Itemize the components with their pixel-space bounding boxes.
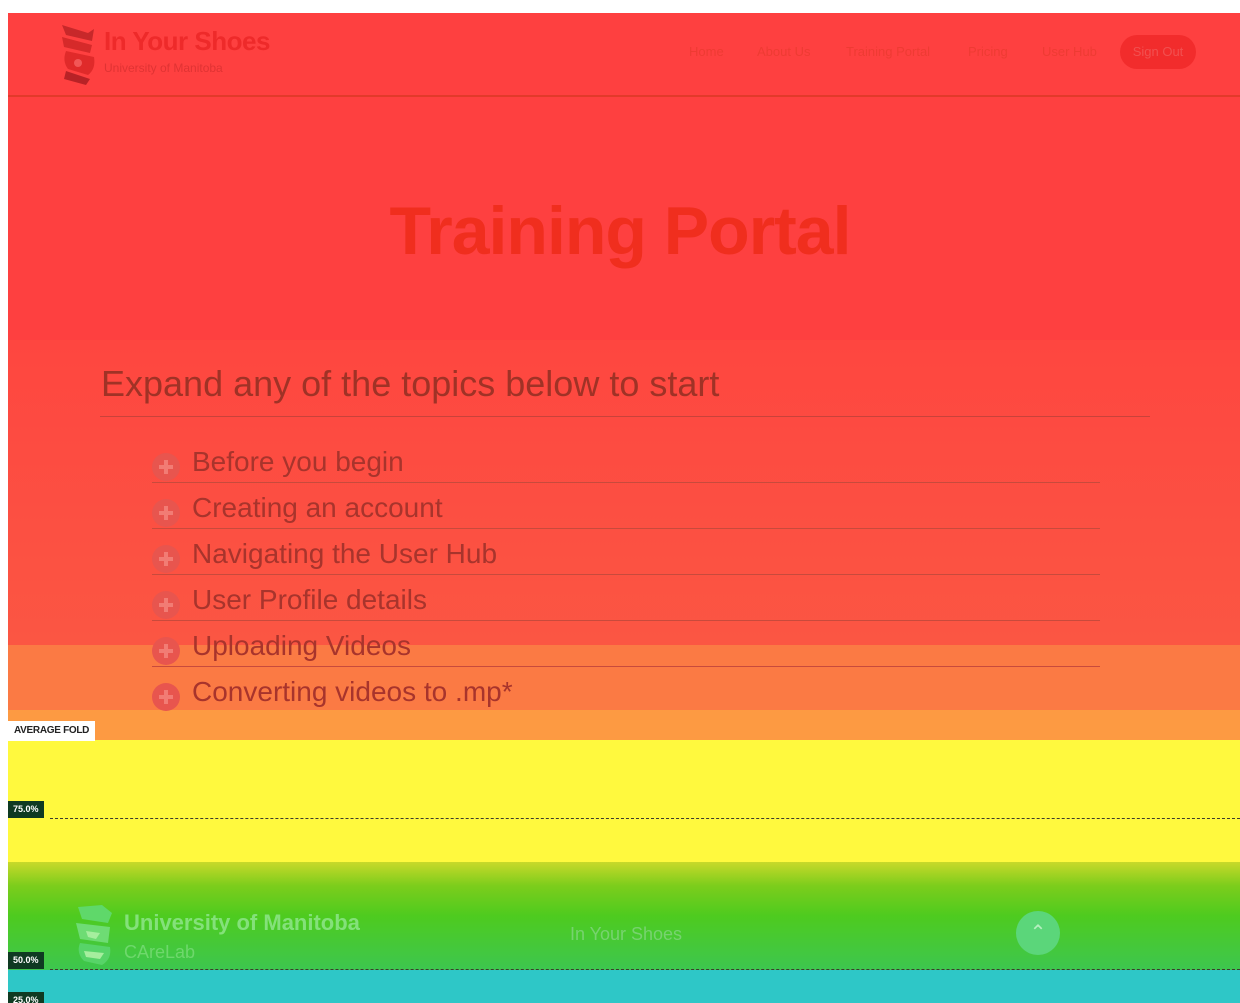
accordion-item-before-you-begin[interactable]: Before you begin xyxy=(152,436,1100,483)
nav-pricing[interactable]: Pricing xyxy=(968,44,1008,59)
heading-divider xyxy=(100,416,1150,417)
heat-band-medium xyxy=(8,740,1240,862)
chevron-up-icon: ⌃ xyxy=(1029,922,1047,944)
lab-name: CAreLab xyxy=(124,942,196,962)
plus-circle-icon[interactable] xyxy=(152,637,180,665)
sign-out-button[interactable]: Sign Out xyxy=(1120,35,1196,69)
scroll-marker-25: 25.0% xyxy=(8,992,44,1003)
nav-training-portal[interactable]: Training Portal xyxy=(846,44,930,59)
scroll-marker-75: 75.0% xyxy=(8,801,44,818)
accordion-item-converting-videos[interactable]: Converting videos to .mp* xyxy=(152,666,1100,712)
brand-subtitle: University of Manitoba xyxy=(104,61,223,75)
accordion-item-label: Creating an account xyxy=(192,492,443,523)
accordion-item-label: Before you begin xyxy=(192,446,404,477)
topics-heading: Expand any of the topics below to start xyxy=(101,363,720,404)
accordion-item-uploading-videos[interactable]: Uploading Videos xyxy=(152,620,1100,667)
accordion-item-user-profile[interactable]: User Profile details xyxy=(152,574,1100,621)
brand-name[interactable]: In Your Shoes xyxy=(104,26,270,57)
accordion-item-label: User Profile details xyxy=(192,584,427,615)
accordion-item-label: Uploading Videos xyxy=(192,630,411,661)
nav-about-us[interactable]: About Us xyxy=(757,44,810,59)
left-margin xyxy=(0,13,8,1003)
shoe-logo-icon[interactable] xyxy=(58,23,98,85)
average-fold-label: AVERAGE FOLD xyxy=(8,721,96,741)
plus-circle-icon[interactable] xyxy=(152,499,180,527)
scroll-marker-50: 50.0% xyxy=(8,952,44,969)
plus-circle-icon[interactable] xyxy=(152,453,180,481)
accordion-item-navigating-user-hub[interactable]: Navigating the User Hub xyxy=(152,528,1100,575)
site-header: In Your Shoes University of Manitoba Hom… xyxy=(8,13,1240,97)
scroll-line-50 xyxy=(50,969,1240,970)
nav-home[interactable]: Home xyxy=(689,44,724,59)
accordion-item-label: Converting videos to .mp* xyxy=(192,676,513,707)
page-title: Training Portal xyxy=(389,193,851,269)
nav-user-hub[interactable]: User Hub xyxy=(1042,44,1097,59)
plus-circle-icon[interactable] xyxy=(152,591,180,619)
heat-band-warm-lower xyxy=(8,710,1240,740)
heatmap-page: In Your Shoes University of Manitoba Hom… xyxy=(0,0,1240,1003)
heat-band-cold xyxy=(8,970,1240,1003)
scroll-line-75 xyxy=(50,818,1240,819)
plus-circle-icon[interactable] xyxy=(152,683,180,711)
accordion-item-label: Navigating the User Hub xyxy=(192,538,498,569)
scroll-to-top-button[interactable]: ⌃ xyxy=(1016,911,1060,955)
accordion-item-creating-account[interactable]: Creating an account xyxy=(152,482,1100,529)
plus-circle-icon[interactable] xyxy=(152,545,180,573)
